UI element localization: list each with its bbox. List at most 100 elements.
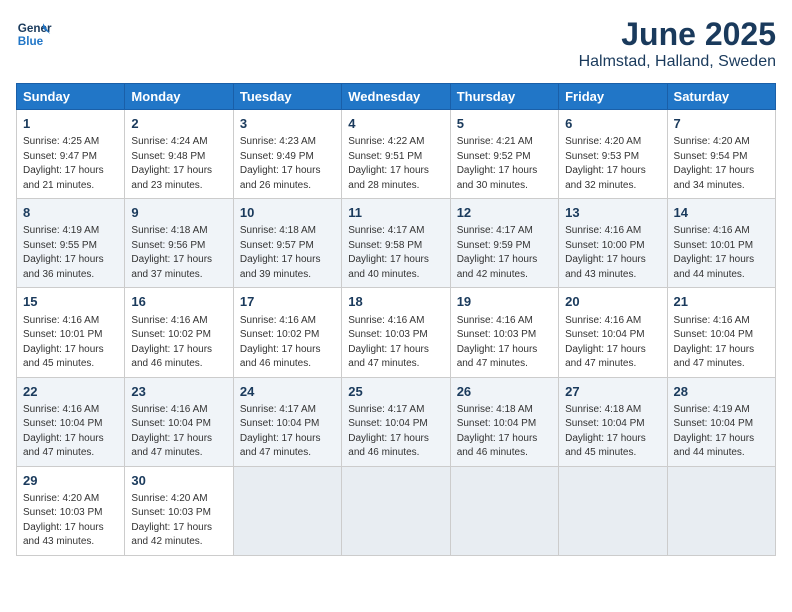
calendar-title: June 2025	[579, 16, 776, 53]
day-detail: Sunrise: 4:17 AMSunset: 10:04 PMDaylight…	[348, 403, 443, 461]
day-number: 21	[674, 293, 769, 311]
calendar-day-cell: 29 Sunrise: 4:20 AMSunset: 10:03 PMDaylig…	[17, 466, 125, 555]
day-number: 25	[348, 383, 443, 401]
day-detail: Sunrise: 4:17 AMSunset: 9:59 PMDaylight:…	[457, 224, 552, 282]
day-detail: Sunrise: 4:16 AMSunset: 10:01 PMDaylight…	[23, 314, 118, 372]
calendar-day-cell: 1 Sunrise: 4:25 AMSunset: 9:47 PMDaylight…	[17, 110, 125, 199]
calendar-day-cell: 27 Sunrise: 4:18 AMSunset: 10:04 PMDaylig…	[559, 377, 667, 466]
day-detail: Sunrise: 4:16 AMSunset: 10:03 PMDaylight…	[457, 314, 552, 372]
calendar-day-cell: 8Sunrise: 4:19 AMSunset: 9:55 PMDaylight…	[17, 199, 125, 288]
calendar-day-cell: 11 Sunrise: 4:17 AMSunset: 9:58 PMDayligh…	[342, 199, 450, 288]
day-number: 13	[565, 204, 660, 222]
day-number: 23	[131, 383, 226, 401]
calendar-day-cell: 19Sunrise: 4:16 AMSunset: 10:03 PMDaylig…	[450, 288, 558, 377]
day-detail: Sunrise: 4:21 AMSunset: 9:52 PMDaylight:…	[457, 135, 552, 193]
calendar-day-cell: 18Sunrise: 4:16 AMSunset: 10:03 PMDaylig…	[342, 288, 450, 377]
day-number: 9	[131, 204, 226, 222]
day-detail: Sunrise: 4:16 AMSunset: 10:04 PMDaylight…	[565, 314, 660, 372]
logo: General Blue	[16, 16, 52, 52]
calendar-day-cell: 15 Sunrise: 4:16 AMSunset: 10:01 PMDaylig…	[17, 288, 125, 377]
day-number: 16	[131, 293, 226, 311]
calendar-day-cell: 30 Sunrise: 4:20 AMSunset: 10:03 PMDaylig…	[125, 466, 233, 555]
calendar-day-cell: 26Sunrise: 4:18 AMSunset: 10:04 PMDaylig…	[450, 377, 558, 466]
day-number: 2	[131, 115, 226, 133]
weekday-header: Sunday	[17, 84, 125, 110]
day-detail: Sunrise: 4:19 AMSunset: 9:55 PMDaylight:…	[23, 224, 118, 282]
day-number: 30	[131, 472, 226, 490]
day-detail: Sunrise: 4:20 AMSunset: 10:03 PMDaylight…	[131, 492, 226, 550]
calendar-day-cell	[342, 466, 450, 555]
calendar-day-cell	[233, 466, 341, 555]
calendar-day-cell	[450, 466, 558, 555]
calendar-day-cell: 2Sunrise: 4:24 AMSunset: 9:48 PMDaylight…	[125, 110, 233, 199]
day-detail: Sunrise: 4:19 AMSunset: 10:04 PMDaylight…	[674, 403, 769, 461]
day-detail: Sunrise: 4:18 AMSunset: 10:04 PMDaylight…	[565, 403, 660, 461]
day-number: 24	[240, 383, 335, 401]
calendar-day-cell: 17 Sunrise: 4:16 AMSunset: 10:02 PMDaylig…	[233, 288, 341, 377]
day-number: 7	[674, 115, 769, 133]
day-detail: Sunrise: 4:16 AMSunset: 10:04 PMDaylight…	[23, 403, 118, 461]
day-number: 27	[565, 383, 660, 401]
title-block: June 2025 Halmstad, Halland, Sweden	[579, 16, 776, 71]
day-number: 11	[348, 204, 443, 222]
calendar-day-cell: 28 Sunrise: 4:19 AMSunset: 10:04 PMDaylig…	[667, 377, 775, 466]
day-number: 6	[565, 115, 660, 133]
day-detail: Sunrise: 4:20 AMSunset: 9:54 PMDaylight:…	[674, 135, 769, 193]
day-detail: Sunrise: 4:17 AMSunset: 9:58 PMDaylight:…	[348, 224, 443, 282]
day-number: 1	[23, 115, 118, 133]
svg-text:General: General	[18, 22, 52, 35]
weekday-header: Monday	[125, 84, 233, 110]
weekday-header: Thursday	[450, 84, 558, 110]
calendar-week-row: 29 Sunrise: 4:20 AMSunset: 10:03 PMDaylig…	[17, 466, 776, 555]
day-number: 4	[348, 115, 443, 133]
weekday-header: Tuesday	[233, 84, 341, 110]
day-detail: Sunrise: 4:16 AMSunset: 10:02 PMDaylight…	[131, 314, 226, 372]
day-number: 12	[457, 204, 552, 222]
day-detail: Sunrise: 4:16 AMSunset: 10:01 PMDaylight…	[674, 224, 769, 282]
day-number: 29	[23, 472, 118, 490]
day-detail: Sunrise: 4:16 AMSunset: 10:02 PMDaylight…	[240, 314, 335, 372]
calendar-table: SundayMondayTuesdayWednesdayThursdayFrid…	[16, 83, 776, 556]
calendar-day-cell: 24Sunrise: 4:17 AMSunset: 10:04 PMDaylig…	[233, 377, 341, 466]
calendar-day-cell: 4 Sunrise: 4:22 AMSunset: 9:51 PMDaylight…	[342, 110, 450, 199]
day-detail: Sunrise: 4:25 AMSunset: 9:47 PMDaylight:…	[23, 135, 118, 193]
calendar-day-cell: 16 Sunrise: 4:16 AMSunset: 10:02 PMDaylig…	[125, 288, 233, 377]
calendar-subtitle: Halmstad, Halland, Sweden	[579, 53, 776, 71]
day-number: 15	[23, 293, 118, 311]
calendar-day-cell: 5Sunrise: 4:21 AMSunset: 9:52 PMDaylight…	[450, 110, 558, 199]
calendar-day-cell: 21 Sunrise: 4:16 AMSunset: 10:04 PMDaylig…	[667, 288, 775, 377]
calendar-day-cell: 6 Sunrise: 4:20 AMSunset: 9:53 PMDaylight…	[559, 110, 667, 199]
calendar-day-cell	[559, 466, 667, 555]
day-number: 22	[23, 383, 118, 401]
calendar-day-cell: 14 Sunrise: 4:16 AMSunset: 10:01 PMDaylig…	[667, 199, 775, 288]
calendar-day-cell: 23 Sunrise: 4:16 AMSunset: 10:04 PMDaylig…	[125, 377, 233, 466]
calendar-week-row: 22 Sunrise: 4:16 AMSunset: 10:04 PMDaylig…	[17, 377, 776, 466]
calendar-day-cell: 7 Sunrise: 4:20 AMSunset: 9:54 PMDaylight…	[667, 110, 775, 199]
day-detail: Sunrise: 4:16 AMSunset: 10:04 PMDaylight…	[131, 403, 226, 461]
day-number: 3	[240, 115, 335, 133]
svg-text:Blue: Blue	[18, 35, 44, 48]
page-header: General Blue June 2025 Halmstad, Halland…	[16, 16, 776, 71]
day-detail: Sunrise: 4:22 AMSunset: 9:51 PMDaylight:…	[348, 135, 443, 193]
calendar-week-row: 1 Sunrise: 4:25 AMSunset: 9:47 PMDaylight…	[17, 110, 776, 199]
calendar-day-cell: 22 Sunrise: 4:16 AMSunset: 10:04 PMDaylig…	[17, 377, 125, 466]
day-detail: Sunrise: 4:20 AMSunset: 10:03 PMDaylight…	[23, 492, 118, 550]
calendar-day-cell: 20 Sunrise: 4:16 AMSunset: 10:04 PMDaylig…	[559, 288, 667, 377]
day-number: 20	[565, 293, 660, 311]
calendar-day-cell: 3Sunrise: 4:23 AMSunset: 9:49 PMDaylight…	[233, 110, 341, 199]
calendar-day-cell: 12 Sunrise: 4:17 AMSunset: 9:59 PMDayligh…	[450, 199, 558, 288]
day-number: 17	[240, 293, 335, 311]
day-number: 28	[674, 383, 769, 401]
calendar-day-cell: 13 Sunrise: 4:16 AMSunset: 10:00 PMDaylig…	[559, 199, 667, 288]
day-detail: Sunrise: 4:16 AMSunset: 10:04 PMDaylight…	[674, 314, 769, 372]
day-detail: Sunrise: 4:18 AMSunset: 9:57 PMDaylight:…	[240, 224, 335, 282]
day-detail: Sunrise: 4:18 AMSunset: 9:56 PMDaylight:…	[131, 224, 226, 282]
day-number: 18	[348, 293, 443, 311]
calendar-day-cell	[667, 466, 775, 555]
day-detail: Sunrise: 4:20 AMSunset: 9:53 PMDaylight:…	[565, 135, 660, 193]
day-number: 26	[457, 383, 552, 401]
day-detail: Sunrise: 4:16 AMSunset: 10:00 PMDaylight…	[565, 224, 660, 282]
weekday-header-row: SundayMondayTuesdayWednesdayThursdayFrid…	[17, 84, 776, 110]
day-number: 14	[674, 204, 769, 222]
weekday-header: Wednesday	[342, 84, 450, 110]
